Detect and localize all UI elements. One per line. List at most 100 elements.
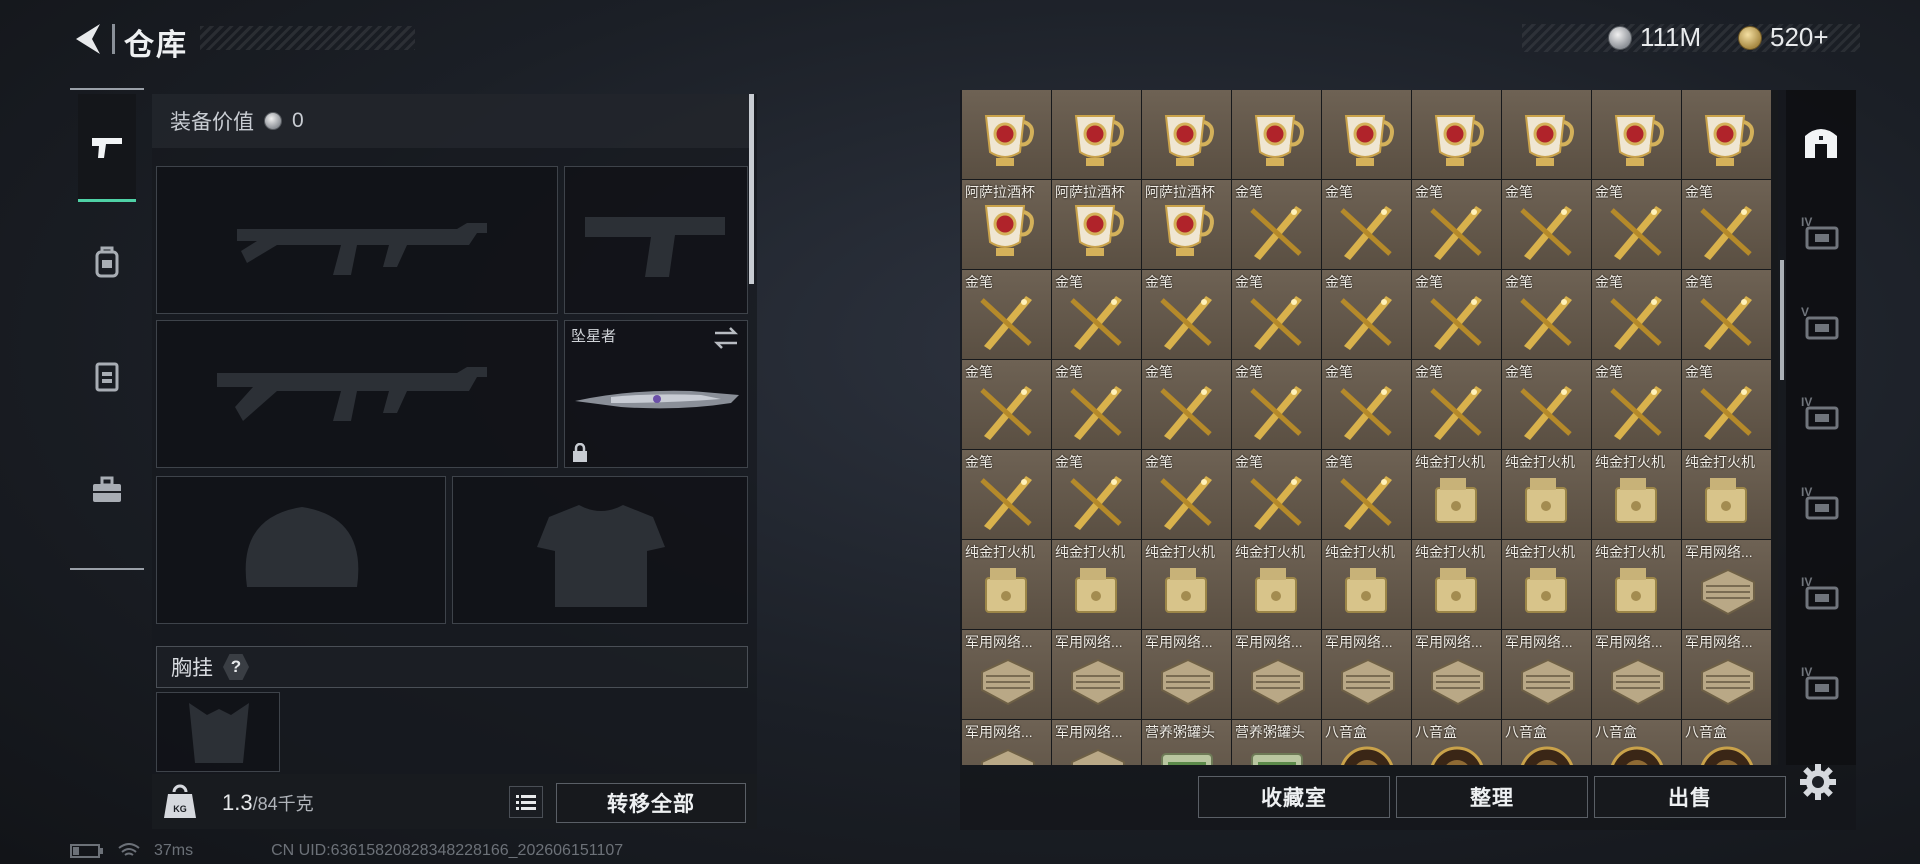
- inventory-scrollbar[interactable]: [1780, 260, 1784, 380]
- pistol-slot[interactable]: [564, 166, 748, 314]
- inventory-item[interactable]: 金笔: [962, 270, 1051, 359]
- inventory-item[interactable]: [1592, 90, 1681, 179]
- inventory-item[interactable]: 金笔: [1232, 270, 1321, 359]
- inventory-item[interactable]: 金笔: [1502, 270, 1591, 359]
- helmet-slot[interactable]: [156, 476, 446, 624]
- inventory-item[interactable]: 营养粥罐头: [1232, 720, 1321, 765]
- inventory-item[interactable]: 八音盒: [1592, 720, 1681, 765]
- inventory-item[interactable]: 军用网络...: [1232, 630, 1321, 719]
- inventory-item[interactable]: 八音盒: [1412, 720, 1501, 765]
- case-tab-3[interactable]: IV: [1786, 368, 1856, 456]
- inventory-item[interactable]: 纯金打火机: [1412, 540, 1501, 629]
- inventory-item[interactable]: 金笔: [1142, 360, 1231, 449]
- inventory-item[interactable]: 军用网络...: [1142, 630, 1231, 719]
- inventory-item[interactable]: 军用网络...: [1682, 540, 1771, 629]
- inventory-item[interactable]: 军用网络...: [1052, 630, 1141, 719]
- inventory-item[interactable]: 金笔: [1052, 270, 1141, 359]
- armor-slot[interactable]: [452, 476, 748, 624]
- inventory-item[interactable]: 金笔: [1592, 180, 1681, 269]
- case-tab-4[interactable]: IV: [1786, 458, 1856, 546]
- inventory-item[interactable]: 纯金打火机: [1322, 540, 1411, 629]
- inventory-item[interactable]: 金笔: [1142, 270, 1231, 359]
- inventory-item[interactable]: 军用网络...: [1052, 720, 1141, 765]
- tab-chest-rig[interactable]: [78, 322, 136, 430]
- inventory-item[interactable]: 金笔: [1592, 270, 1681, 359]
- inventory-item[interactable]: 营养粥罐头: [1142, 720, 1231, 765]
- inventory-item[interactable]: [1412, 90, 1501, 179]
- case-tab-0[interactable]: [1786, 98, 1856, 186]
- inventory-item[interactable]: 纯金打火机: [1502, 540, 1591, 629]
- inventory-item[interactable]: 纯金打火机: [962, 540, 1051, 629]
- inventory-item[interactable]: 纯金打火机: [1592, 540, 1681, 629]
- inventory-item[interactable]: 阿萨拉酒杯: [962, 180, 1051, 269]
- equipment-scrollbar[interactable]: [749, 94, 754, 284]
- inventory-item[interactable]: 金笔: [1052, 450, 1141, 539]
- inventory-item[interactable]: [1232, 90, 1321, 179]
- inventory-item[interactable]: 八音盒: [1682, 720, 1771, 765]
- inventory-item[interactable]: 纯金打火机: [1412, 450, 1501, 539]
- inventory-item[interactable]: 纯金打火机: [1682, 450, 1771, 539]
- back-icon[interactable]: [70, 20, 104, 58]
- inventory-item[interactable]: 军用网络...: [1412, 630, 1501, 719]
- inventory-item[interactable]: [1502, 90, 1591, 179]
- inventory-item[interactable]: 金笔: [962, 450, 1051, 539]
- melee-slot[interactable]: 坠星者: [564, 320, 748, 468]
- inventory-item[interactable]: 金笔: [1052, 360, 1141, 449]
- inventory-item[interactable]: 金笔: [1412, 270, 1501, 359]
- settings-gear-icon[interactable]: [1796, 760, 1840, 804]
- inventory-item[interactable]: 金笔: [1682, 270, 1771, 359]
- inventory-item[interactable]: 军用网络...: [1682, 630, 1771, 719]
- inventory-item[interactable]: 金笔: [1232, 360, 1321, 449]
- inventory-item[interactable]: 金笔: [1232, 180, 1321, 269]
- case-tab-1[interactable]: IV: [1786, 188, 1856, 276]
- inventory-item[interactable]: [1142, 90, 1231, 179]
- inventory-item[interactable]: 纯金打火机: [1142, 540, 1231, 629]
- inventory-item[interactable]: 纯金打火机: [1592, 450, 1681, 539]
- inventory-item[interactable]: 金笔: [1322, 180, 1411, 269]
- list-view-button[interactable]: [509, 786, 543, 818]
- inventory-item[interactable]: 军用网络...: [962, 630, 1051, 719]
- inventory-item[interactable]: [962, 90, 1051, 179]
- organize-button[interactable]: 整理: [1396, 776, 1588, 818]
- primary-weapon-slot[interactable]: [156, 166, 558, 314]
- inventory-item[interactable]: 金笔: [1412, 180, 1501, 269]
- inventory-item[interactable]: 纯金打火机: [1052, 540, 1141, 629]
- inventory-item[interactable]: 金笔: [1682, 360, 1771, 449]
- transfer-all-button[interactable]: 转移全部: [556, 783, 746, 823]
- tab-case[interactable]: [78, 436, 136, 544]
- inventory-item[interactable]: 军用网络...: [1592, 630, 1681, 719]
- inventory-item[interactable]: [1682, 90, 1771, 179]
- inventory-item[interactable]: 纯金打火机: [1502, 450, 1591, 539]
- case-tab-5[interactable]: IV: [1786, 548, 1856, 636]
- inventory-item[interactable]: 阿萨拉酒杯: [1052, 180, 1141, 269]
- inventory-item[interactable]: [1322, 90, 1411, 179]
- inventory-item[interactable]: 金笔: [1502, 360, 1591, 449]
- inventory-item[interactable]: 金笔: [1232, 450, 1321, 539]
- inventory-item[interactable]: 金笔: [1592, 360, 1681, 449]
- inventory-item[interactable]: 军用网络...: [962, 720, 1051, 765]
- inventory-item[interactable]: 八音盒: [1322, 720, 1411, 765]
- inventory-item[interactable]: 金笔: [1322, 270, 1411, 359]
- collection-room-button[interactable]: 收藏室: [1198, 776, 1390, 818]
- sell-button[interactable]: 出售: [1594, 776, 1786, 818]
- tab-weapons[interactable]: [78, 94, 136, 202]
- help-icon[interactable]: ?: [223, 654, 249, 680]
- inventory-item[interactable]: 阿萨拉酒杯: [1142, 180, 1231, 269]
- gold-currency[interactable]: 520+: [1738, 22, 1829, 53]
- inventory-item[interactable]: [1052, 90, 1141, 179]
- inventory-item[interactable]: 金笔: [1682, 180, 1771, 269]
- case-tab-6[interactable]: IV: [1786, 638, 1856, 726]
- swap-icon[interactable]: [713, 327, 739, 349]
- inventory-item[interactable]: 纯金打火机: [1232, 540, 1321, 629]
- inventory-item[interactable]: 金笔: [1322, 360, 1411, 449]
- inventory-item[interactable]: 金笔: [962, 360, 1051, 449]
- inventory-item[interactable]: 金笔: [1322, 450, 1411, 539]
- inventory-item[interactable]: 军用网络...: [1322, 630, 1411, 719]
- chest-rig-slot[interactable]: [156, 692, 280, 772]
- inventory-item[interactable]: 军用网络...: [1502, 630, 1591, 719]
- inventory-item[interactable]: 金笔: [1502, 180, 1591, 269]
- tab-helmet-armor[interactable]: [78, 208, 136, 316]
- case-tab-2[interactable]: V: [1786, 278, 1856, 366]
- secondary-weapon-slot[interactable]: [156, 320, 558, 468]
- inventory-item[interactable]: 金笔: [1412, 360, 1501, 449]
